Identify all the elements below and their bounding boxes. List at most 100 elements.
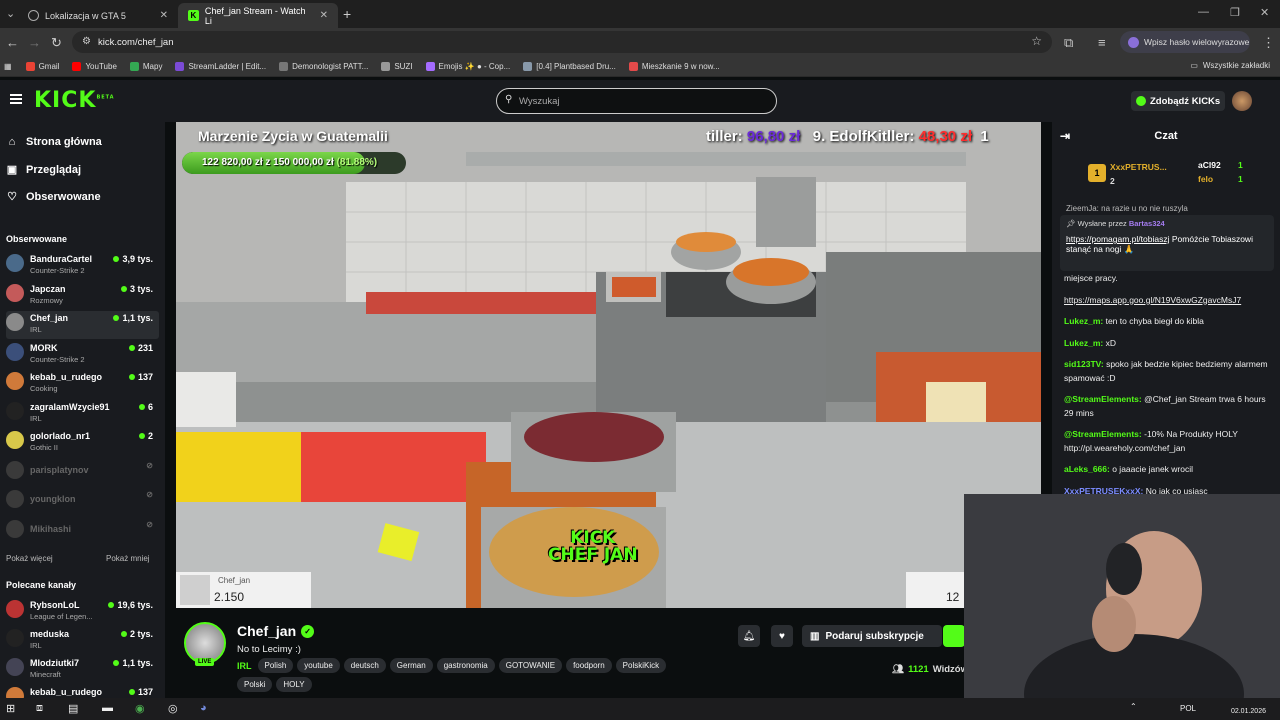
live-badge: LIVE <box>195 658 215 666</box>
chat-message: miejsce pracy. <box>1064 273 1118 283</box>
close-window-icon[interactable]: ✕ <box>1260 6 1269 19</box>
reading-list-icon[interactable]: ≡ <box>1098 35 1106 50</box>
nav-browse[interactable]: ▣ Przeglądaj <box>6 163 81 177</box>
bookmark-favicon-icon <box>175 61 185 71</box>
close-icon[interactable]: ✕ <box>320 10 328 21</box>
channel-kebab_u_rudego[interactable]: kebab_u_rudego Cooking 137 <box>6 370 159 398</box>
maximize-icon[interactable]: ❐ <box>1230 6 1240 19</box>
user-avatar[interactable] <box>1232 91 1252 111</box>
tag-chip[interactable]: foodporn <box>566 658 612 673</box>
get-kicks-button[interactable]: Zdobądź KICKs <box>1131 91 1225 111</box>
profile-chip[interactable]: Wpisz hasło wielowyrazowe <box>1120 31 1250 53</box>
tag-chip[interactable]: GOTOWANIE <box>498 658 563 673</box>
start-icon[interactable]: ⊞ <box>6 702 15 715</box>
channel-youngklon[interactable]: youngklon ⊘ <box>6 488 159 516</box>
tag-chip[interactable]: Polish <box>257 658 294 673</box>
bookmark-item[interactable]: StreamLadder | Edit... <box>175 61 266 71</box>
file-explorer-icon[interactable]: ▬ <box>102 702 113 714</box>
chat-username[interactable]: sid123TV: <box>1064 359 1104 369</box>
tag-chip[interactable]: deutsch <box>343 658 386 673</box>
channel-mikihashi[interactable]: Mikihashi ⊘ <box>6 518 159 546</box>
tag-chip[interactable]: HOLY <box>276 677 312 692</box>
address-bar[interactable]: ⚙ kick.com/chef_jan ☆ <box>72 31 1052 53</box>
notification-bell-button[interactable]: 🔔︎ <box>738 625 760 647</box>
chat-username[interactable]: @StreamElements: <box>1064 394 1142 404</box>
channel-avatar <box>6 490 24 508</box>
bookmark-item[interactable]: Mapy <box>129 61 162 71</box>
channel-parisplatynov[interactable]: parisplatynov ⊘ <box>6 459 159 487</box>
site-info-icon[interactable]: ⚙ <box>82 36 91 47</box>
kick-logo[interactable]: KICKBETA <box>34 88 115 113</box>
tag-chip[interactable]: gastronomia <box>436 658 495 673</box>
channel-meduska[interactable]: meduska IRL 2 tys. <box>6 627 159 655</box>
chat-username[interactable]: aLeks_666: <box>1064 464 1110 474</box>
discord-icon[interactable]: ◕ <box>200 702 207 714</box>
channel-banduracartel[interactable]: BanduraCartel Counter-Strike 2 3,9 tys. <box>6 252 159 280</box>
minimize-icon[interactable]: — <box>1198 6 1209 18</box>
forward-icon[interactable]: → <box>28 35 41 50</box>
browse-icon: ▣ <box>6 164 18 176</box>
bookmark-item[interactable]: SUZI <box>381 61 413 71</box>
extensions-icon[interactable]: ⧉ <box>1064 35 1073 51</box>
streamer-name[interactable]: Chef_jan <box>237 623 296 639</box>
channel-chef_jan[interactable]: Chef_jan IRL 1,1 tys. <box>6 311 159 339</box>
tag-chip[interactable]: Polski <box>237 677 273 692</box>
chat-username[interactable]: Lukez_m: <box>1064 338 1103 348</box>
nav-home[interactable]: ⌂ Strona główna <box>6 136 102 148</box>
chat-username[interactable]: @StreamElements: <box>1064 429 1142 439</box>
channel-golorlado_nr1[interactable]: golorlado_nr1 Gothic II 2 <box>6 429 159 457</box>
tag-chip[interactable]: PolskiKick <box>615 658 667 673</box>
video-player[interactable]: Marzenie Zycia w Guatemalii 122 820,00 z… <box>176 122 1041 608</box>
apps-grid-icon[interactable]: ▦ <box>4 62 12 71</box>
pinned-link[interactable]: https://pomagam.pl/tobiaszj <box>1066 234 1169 244</box>
chrome-icon[interactable]: ◉ <box>135 702 145 715</box>
channel-japczan[interactable]: Japczan Rozmowy 3 tys. <box>6 282 159 310</box>
bookmark-item[interactable]: Mieszkanie 9 w now... <box>628 61 720 71</box>
category-link[interactable]: IRL <box>237 661 252 671</box>
tab-search-icon[interactable]: ⌄ <box>6 7 15 20</box>
all-bookmarks[interactable]: ▭ Wszystkie zakładki <box>1190 61 1270 70</box>
close-icon[interactable]: ✕ <box>160 10 168 21</box>
bookmark-item[interactable]: Gmail <box>25 61 59 71</box>
app-icon[interactable]: ▤ <box>68 702 78 715</box>
search-icon: ⚲ <box>505 94 513 105</box>
channel-mork[interactable]: MORK Counter-Strike 2 231 <box>6 341 159 369</box>
nav-following[interactable]: ♡ Obserwowane <box>6 190 101 204</box>
show-more-button[interactable]: Pokaż więcej <box>6 554 53 563</box>
bookmark-item[interactable]: YouTube <box>72 61 117 71</box>
viewer-count: 👥︎ 1121 Widzów <box>892 664 968 675</box>
follow-button[interactable] <box>943 625 965 647</box>
search-input[interactable]: ⚲ Wyszukaj <box>496 88 777 114</box>
bookmark-favicon-icon <box>381 61 391 71</box>
obs-icon[interactable]: ◎ <box>168 702 178 715</box>
tag-chip[interactable]: German <box>389 658 433 673</box>
new-tab-button[interactable]: + <box>343 6 351 22</box>
bookmark-star-icon[interactable]: ☆ <box>1031 34 1042 48</box>
clock[interactable]: 02.01.2026 <box>1231 701 1266 716</box>
chat-message: sid123TV: spoko jak bedzie kipiec bedzie… <box>1064 359 1268 383</box>
live-dot-icon <box>113 256 120 262</box>
reload-icon[interactable]: ↻ <box>51 35 62 51</box>
follow-heart-button[interactable]: ♥ <box>771 625 793 647</box>
menu-dots-icon[interactable]: ⋮ <box>1262 35 1275 51</box>
tab-gta[interactable]: Lokalizacja w GTA 5 ✕ <box>18 3 178 28</box>
tab-kick[interactable]: K Chef_jan Stream - Watch Li ✕ <box>178 3 338 28</box>
bookmark-item[interactable]: Emojis ✨ ● - Cop... <box>425 61 510 71</box>
collapse-chat-icon[interactable]: ⇥ <box>1060 122 1070 150</box>
language-indicator[interactable]: POL <box>1180 704 1196 713</box>
bookmark-favicon-icon <box>279 61 289 71</box>
tray-chevron-icon[interactable]: ⌃ <box>1130 702 1137 711</box>
channel-rybsonlol[interactable]: RybsonLoL League of Legen... 19,6 tys. <box>6 598 159 626</box>
bookmark-item[interactable]: Demonologist PATT... <box>279 61 368 71</box>
channel-kebab_u_rudego[interactable]: kebab_u_rudego 137 <box>6 685 159 698</box>
tag-chip[interactable]: youtube <box>297 658 340 673</box>
show-less-button[interactable]: Pokaż mniej <box>106 554 150 563</box>
task-view-icon[interactable]: ⧈ <box>36 702 43 715</box>
hamburger-icon[interactable] <box>10 94 22 104</box>
chat-username[interactable]: Lukez_m: <box>1064 316 1103 326</box>
channel-mlodziutki7[interactable]: Mlodziutki7 Minecraft 1,1 tys. <box>6 656 159 684</box>
channel-zagralamwzycie91[interactable]: zagralamWzycie91 IRL 6 <box>6 400 159 428</box>
gift-subscription-button[interactable]: ▥ Podaruj subskrypcje <box>802 625 942 647</box>
bookmark-item[interactable]: [0.4] Plantbased Dru... <box>523 61 616 71</box>
back-icon[interactable]: ← <box>6 35 19 50</box>
